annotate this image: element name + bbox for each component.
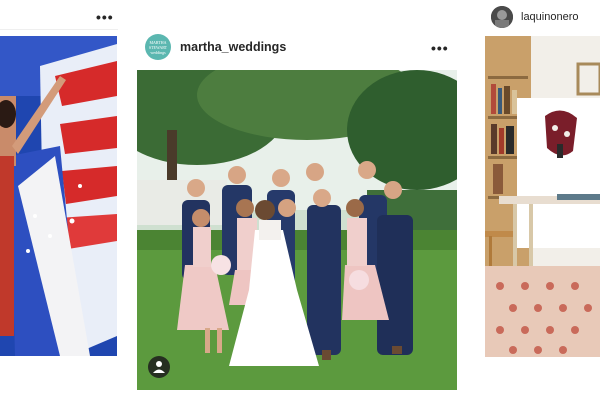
- center-post-header: MARTHA STEWART weddings martha_weddings: [145, 34, 286, 60]
- center-post-photo[interactable]: [137, 70, 457, 390]
- left-post-card: •••: [0, 0, 118, 398]
- avatar-logo-text: MARTHA STEWART weddings: [148, 39, 168, 55]
- flag-dress-image: [0, 36, 117, 356]
- center-post-card: MARTHA STEWART weddings martha_weddings …: [137, 0, 457, 398]
- left-post-photo[interactable]: [0, 36, 117, 356]
- interior-room-image: [485, 36, 600, 357]
- right-post-photo[interactable]: [485, 36, 600, 357]
- right-post-header: laquinonero: [491, 6, 579, 28]
- right-post-username[interactable]: laquinonero: [521, 11, 579, 23]
- wedding-party-image: [137, 70, 457, 390]
- center-post-more-options-button[interactable]: •••: [431, 41, 449, 55]
- left-post-more-options-button[interactable]: •••: [96, 10, 114, 24]
- center-post-username[interactable]: martha_weddings: [180, 40, 286, 54]
- right-post-avatar[interactable]: [491, 6, 513, 28]
- right-post-card: laquinonero: [485, 0, 600, 398]
- avatar-photo-icon: [491, 6, 513, 28]
- left-post-header-divider: [0, 29, 118, 30]
- center-post-avatar[interactable]: MARTHA STEWART weddings: [145, 34, 171, 60]
